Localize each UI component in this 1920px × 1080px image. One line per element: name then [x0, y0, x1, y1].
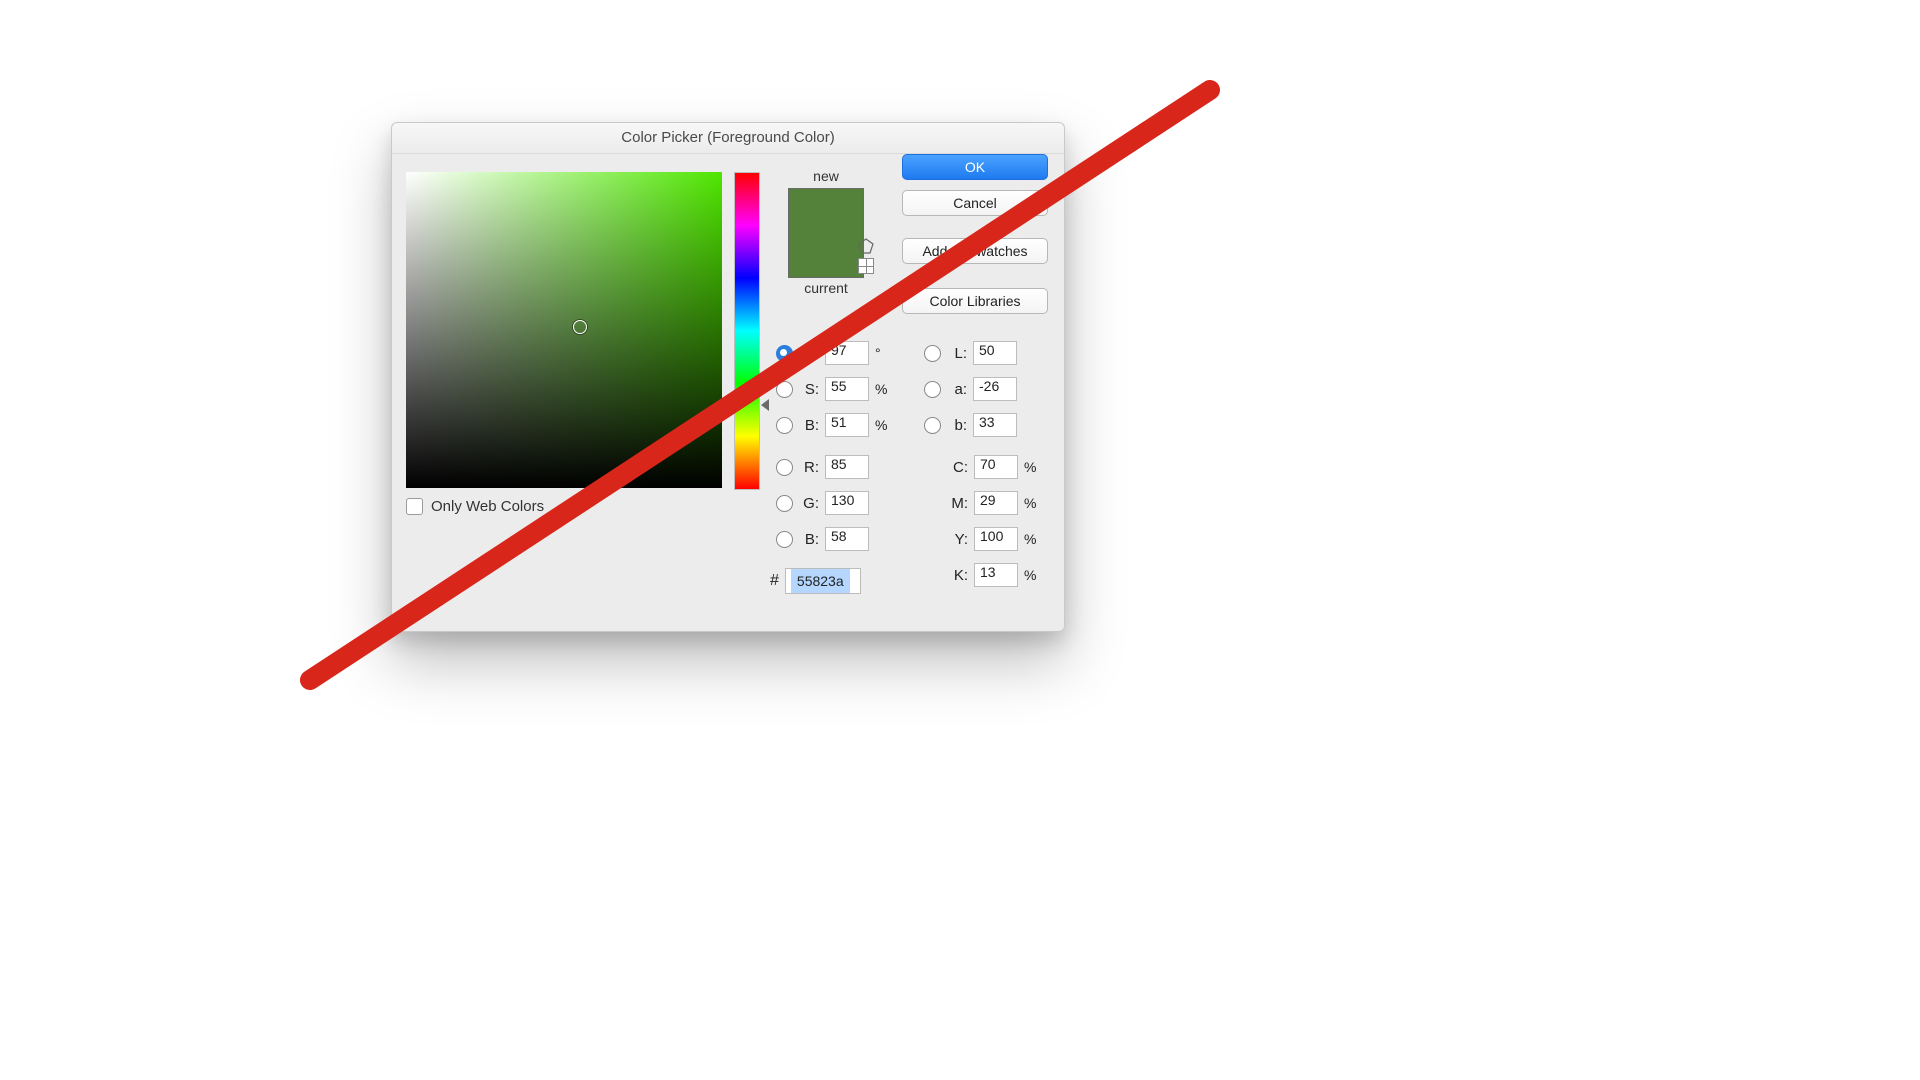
cyan-row: C: 70 %	[946, 454, 1040, 480]
magenta-label: M:	[946, 495, 968, 512]
yellow-row: Y: 100 %	[946, 526, 1040, 552]
lab-l-input[interactable]: 50	[973, 341, 1017, 365]
new-label: new	[776, 168, 876, 184]
saturation-label: S:	[799, 381, 819, 398]
saturation-brightness-field[interactable]	[406, 172, 722, 488]
blue-row: B: 58	[776, 526, 891, 552]
hue-pointer-right-icon	[761, 399, 769, 411]
green-input[interactable]: 130	[825, 491, 869, 515]
green-radio[interactable]	[776, 495, 793, 512]
hue-row: H: 97 °	[776, 340, 891, 366]
hex-row: # 55823a	[770, 568, 861, 594]
yellow-unit: %	[1024, 531, 1040, 547]
blue-input[interactable]: 58	[825, 527, 869, 551]
dialog-body: new current OK Cancel Add to Swatches Co…	[392, 154, 1064, 632]
only-web-colors-row: Only Web Colors	[406, 498, 544, 515]
blue-radio[interactable]	[776, 531, 793, 548]
yellow-label: Y:	[946, 531, 968, 548]
lab-a-radio[interactable]	[924, 381, 941, 398]
only-web-colors-checkbox[interactable]	[406, 498, 423, 515]
key-input[interactable]: 13	[974, 563, 1018, 587]
key-label: K:	[946, 567, 968, 584]
red-radio[interactable]	[776, 459, 793, 476]
red-label: R:	[799, 459, 819, 476]
dialog-title: Color Picker (Foreground Color)	[392, 123, 1064, 154]
lab-b-label: b:	[947, 417, 967, 434]
green-label: G:	[799, 495, 819, 512]
magenta-unit: %	[1024, 495, 1040, 511]
yellow-input[interactable]: 100	[974, 527, 1018, 551]
cyan-input[interactable]: 70	[974, 455, 1018, 479]
lab-l-radio[interactable]	[924, 345, 941, 362]
cyan-label: C:	[946, 459, 968, 476]
saturation-radio[interactable]	[776, 381, 793, 398]
brightness-label: B:	[799, 417, 819, 434]
key-row: K: 13 %	[946, 562, 1040, 588]
hue-unit: °	[875, 345, 891, 361]
preview-swatch[interactable]	[788, 188, 864, 278]
cancel-button[interactable]: Cancel	[902, 190, 1048, 216]
color-libraries-button[interactable]: Color Libraries	[902, 288, 1048, 314]
brightness-radio[interactable]	[776, 417, 793, 434]
lab-a-input[interactable]: -26	[973, 377, 1017, 401]
color-picker-dialog: Color Picker (Foreground Color) new curr…	[391, 122, 1065, 632]
swatch-current	[789, 233, 863, 277]
hue-label: H:	[799, 345, 819, 362]
brightness-row: B: 51 %	[776, 412, 891, 438]
saturation-input[interactable]: 55	[825, 377, 869, 401]
hex-input[interactable]: 55823a	[785, 568, 861, 594]
saturation-row: S: 55 %	[776, 376, 891, 402]
hue-pointer-left-icon	[725, 399, 733, 411]
preview-area: new current	[776, 168, 876, 296]
key-unit: %	[1024, 567, 1040, 583]
saturation-unit: %	[875, 381, 891, 397]
gamut-warning-icon[interactable]	[858, 238, 874, 254]
brightness-unit: %	[875, 417, 891, 433]
current-label: current	[776, 280, 876, 296]
sb-cursor-icon	[573, 320, 587, 334]
add-to-swatches-button[interactable]: Add to Swatches	[902, 238, 1048, 264]
lab-b-radio[interactable]	[924, 417, 941, 434]
web-safe-warning-icon[interactable]	[858, 258, 874, 274]
cyan-unit: %	[1024, 459, 1040, 475]
canvas: Color Picker (Foreground Color) new curr…	[0, 0, 1920, 1080]
lab-b-input[interactable]: 33	[973, 413, 1017, 437]
green-row: G: 130	[776, 490, 891, 516]
lab-l-label: L:	[947, 345, 967, 362]
hue-radio[interactable]	[776, 345, 793, 362]
brightness-input[interactable]: 51	[825, 413, 869, 437]
red-input[interactable]: 85	[825, 455, 869, 479]
swatch-new	[789, 189, 863, 233]
hex-value: 55823a	[791, 569, 850, 593]
magenta-row: M: 29 %	[946, 490, 1040, 516]
lab-a-row: a: -26	[924, 376, 1017, 402]
magenta-input[interactable]: 29	[974, 491, 1018, 515]
lab-a-label: a:	[947, 381, 967, 398]
hue-slider[interactable]	[734, 172, 760, 490]
hex-prefix: #	[770, 572, 779, 590]
blue-label: B:	[799, 531, 819, 548]
lab-l-row: L: 50	[924, 340, 1017, 366]
red-row: R: 85	[776, 454, 891, 480]
lab-b-row: b: 33	[924, 412, 1017, 438]
only-web-colors-label: Only Web Colors	[431, 498, 544, 515]
hue-input[interactable]: 97	[825, 341, 869, 365]
ok-button[interactable]: OK	[902, 154, 1048, 180]
